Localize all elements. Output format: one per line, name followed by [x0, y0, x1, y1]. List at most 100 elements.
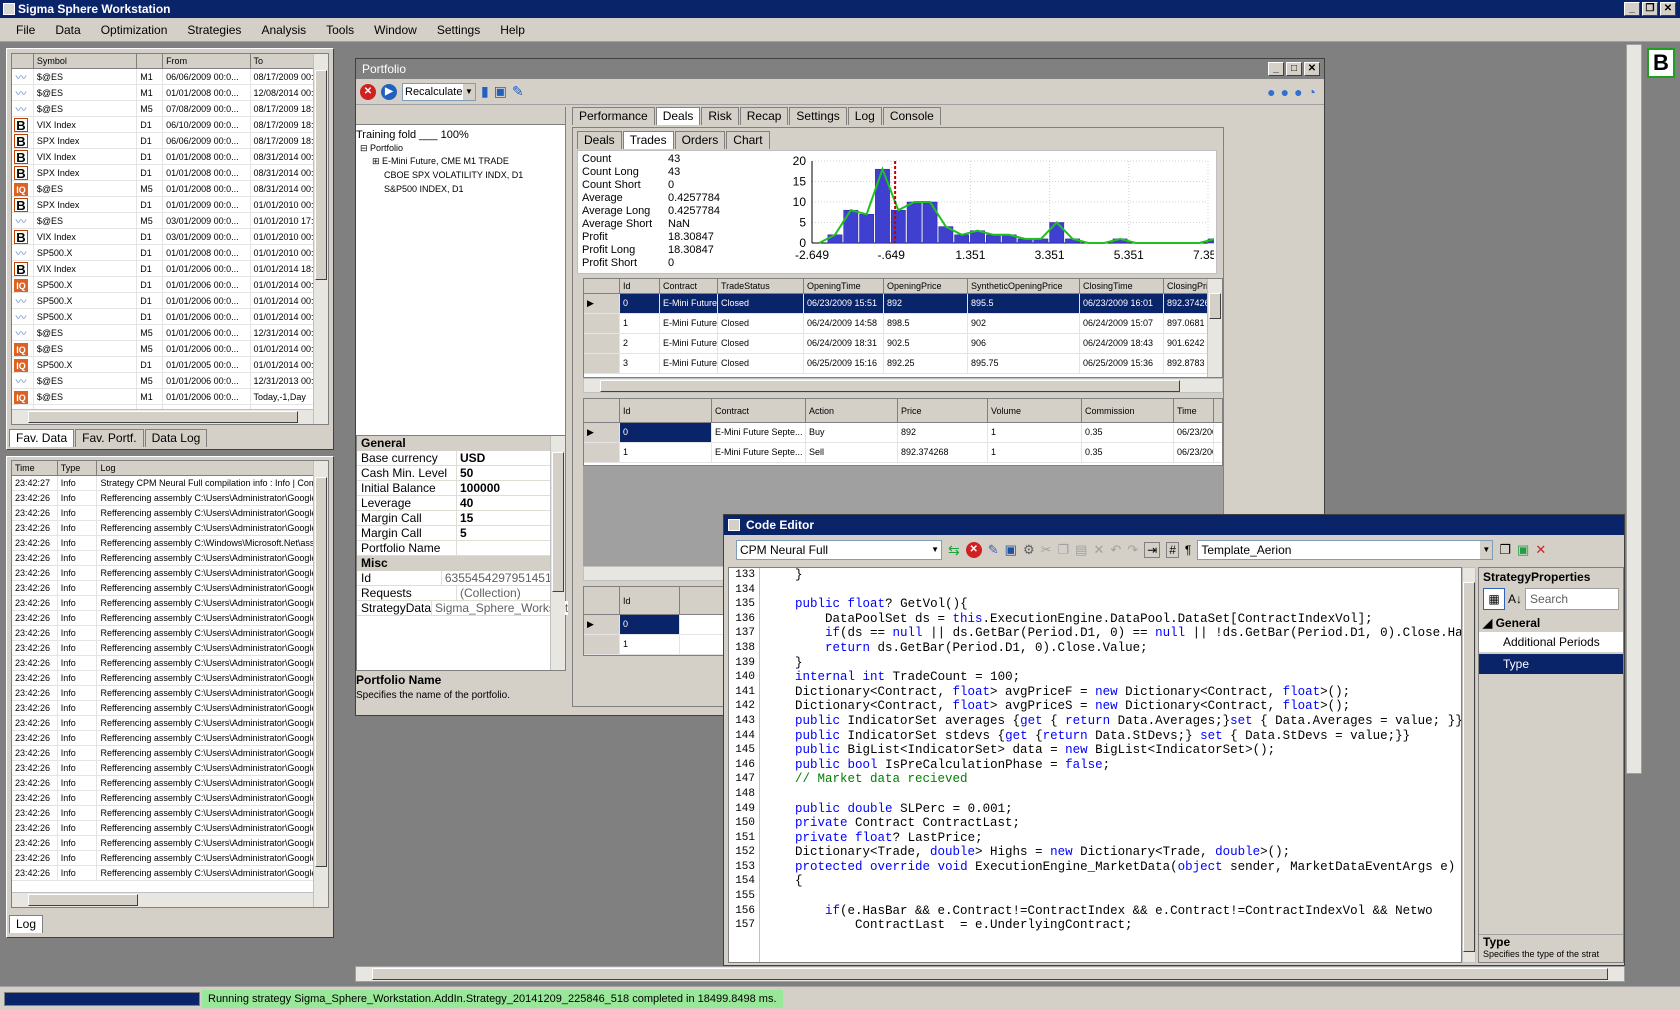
table-row[interactable]: 23:42:26 Info Refferencing assembly C:\Use…: [12, 836, 328, 851]
property-row[interactable]: Portfolio Name: [357, 541, 565, 556]
column-header[interactable]: Id: [620, 587, 680, 614]
code-line[interactable]: internal int TradeCount = 100;: [765, 670, 1461, 685]
table-row[interactable]: 23:42:26 Info Refferencing assembly C:\Use…: [12, 806, 328, 821]
globe-icon-1[interactable]: ●: [1267, 84, 1275, 100]
table-row[interactable]: IQ $@ES M1 01/01/2006 00:0... Today,-1,Day: [12, 389, 328, 405]
table-row[interactable]: ▶ 0 E-Mini Future Septe... Buy 892 1 0.35 06/23…: [584, 423, 1222, 443]
refresh-icon[interactable]: ⇆: [948, 542, 960, 559]
tab-fav-portf-[interactable]: Fav. Portf.: [75, 429, 144, 447]
workspace-hscroll[interactable]: [355, 966, 1625, 982]
table-row[interactable]: 2E-Mini Future, CMEClosed06/24/2009 18:3…: [584, 334, 1222, 354]
sort-az-icon[interactable]: A↓: [1508, 592, 1522, 606]
code-vscroll[interactable]: [1462, 567, 1476, 963]
menu-data[interactable]: Data: [45, 23, 90, 37]
table-row[interactable]: IQ SP500.X D1 01/01/2005 00:0... 01/01/2014 …: [12, 357, 328, 373]
menu-strategies[interactable]: Strategies: [177, 23, 251, 37]
table-row[interactable]: B VIX Index D1 01/01/2008 00:0... 08/31/2014…: [12, 149, 328, 165]
table-row[interactable]: 1E-Mini Future, CMEClosed06/24/2009 14:5…: [584, 314, 1222, 334]
row-selector[interactable]: ▶: [584, 615, 620, 634]
table-row[interactable]: 23:42:26 Info Refferencing assembly C:\Use…: [12, 506, 328, 521]
code-line[interactable]: return ds.GetBar(Period.D1, 0).Close.Val…: [765, 641, 1461, 656]
table-row[interactable]: 23:42:26 Info Refferencing assembly C:\Use…: [12, 611, 328, 626]
row-selector[interactable]: ▶: [584, 294, 620, 313]
column-header[interactable]: Contract: [660, 279, 718, 293]
strategy-property-type[interactable]: Type: [1479, 654, 1623, 674]
property-value[interactable]: 635545429795145178: [441, 571, 565, 585]
code-line[interactable]: public BigList<IndicatorSet> data = new …: [765, 743, 1461, 758]
remove-icon[interactable]: ✕: [1535, 542, 1546, 558]
code-area[interactable]: 133 134 135 136 137 138 139 140 141 142 143 144 145 1…: [728, 567, 1462, 963]
cut-icon[interactable]: ✂: [1041, 542, 1052, 558]
row-selector[interactable]: [584, 334, 620, 353]
row-selector[interactable]: [584, 314, 620, 333]
pilcrow-icon[interactable]: ¶: [1185, 543, 1191, 557]
code-line[interactable]: }: [765, 656, 1461, 671]
portfolio-maximize-button[interactable]: □: [1286, 62, 1302, 76]
code-line[interactable]: Dictionary<Contract, float> avgPriceF = …: [765, 685, 1461, 700]
property-row[interactable]: StrategyData Sigma_Sphere_Workstat: [357, 601, 569, 616]
redo-icon[interactable]: ↷: [1127, 542, 1138, 558]
menu-tools[interactable]: Tools: [316, 23, 364, 37]
trades-vscroll[interactable]: [1207, 279, 1222, 377]
table-row[interactable]: 23:42:26 Info Refferencing assembly C:\Use…: [12, 521, 328, 536]
symbols-hscroll[interactable]: [12, 409, 313, 424]
column-header[interactable]: [12, 54, 34, 68]
code-line[interactable]: private Contract ContractLast;: [765, 816, 1461, 831]
table-row[interactable]: IQ $@ES M5 01/01/2008 00:0... 08/31/2014 00:…: [12, 181, 328, 197]
build-icon[interactable]: ⚙: [1023, 542, 1035, 558]
property-value[interactable]: Sigma_Sphere_Workstat: [432, 601, 569, 615]
property-value[interactable]: [457, 541, 565, 555]
row-selector[interactable]: ▶: [584, 423, 620, 442]
code-line[interactable]: ContractLast = e.UnderlyingContract;: [765, 918, 1461, 933]
code-line[interactable]: [765, 583, 1461, 598]
column-header[interactable]: Contract: [712, 399, 806, 422]
code-line[interactable]: public double SLPerc = 0.001;: [765, 802, 1461, 817]
table-row[interactable]: 〰 $@ES M1 06/06/2009 00:0... 08/17/2009 00:0…: [12, 69, 328, 85]
property-value[interactable]: USD: [457, 451, 565, 465]
property-value[interactable]: 5: [457, 526, 565, 540]
table-row[interactable]: 23:42:26 Info Refferencing assembly C:\Use…: [12, 776, 328, 791]
table-row[interactable]: 23:42:26 Info Refferencing assembly C:\Use…: [12, 701, 328, 716]
table-row[interactable]: B SPX Index D1 01/01/2008 00:0... 08/31/2014…: [12, 165, 328, 181]
copy-icon[interactable]: ❐: [1058, 542, 1070, 558]
subtab-orders[interactable]: Orders: [674, 131, 726, 149]
table-row[interactable]: 〰 $@ES M1 01/01/2008 00:0... 12/08/2014 00:0…: [12, 85, 328, 101]
code-line[interactable]: Dictionary<Trade, double> Highs = new Di…: [765, 845, 1461, 860]
export-icon[interactable]: ◔: [1308, 84, 1316, 100]
column-header[interactable]: Volume: [988, 399, 1082, 422]
table-row[interactable]: B VIX Index D1 06/10/2009 00:0... 08/17/2009…: [12, 117, 328, 133]
delete-icon[interactable]: ✕: [1093, 542, 1104, 558]
table-row[interactable]: 23:42:26 Info Refferencing assembly C:\Use…: [12, 566, 328, 581]
hash-icon[interactable]: #: [1166, 542, 1179, 558]
props-search-input[interactable]: Search: [1525, 588, 1619, 610]
table-row[interactable]: 23:42:26 Info Refferencing assembly C:\Use…: [12, 821, 328, 836]
paste-icon[interactable]: ▤: [1075, 542, 1087, 558]
column-header[interactable]: [137, 54, 164, 68]
tab-data-log[interactable]: Data Log: [144, 429, 208, 447]
table-row[interactable]: ▶0E-Mini Future, CMEClosed06/23/2009 15:…: [584, 294, 1222, 314]
tree-root[interactable]: ⊟ Portfolio: [356, 143, 565, 154]
table-row[interactable]: 23:42:26 Info Refferencing assembly C:\Use…: [12, 641, 328, 656]
column-header[interactable]: Symbol: [34, 54, 138, 68]
tab-performance[interactable]: Performance: [572, 107, 655, 125]
property-row[interactable]: Requests (Collection): [357, 586, 565, 601]
table-row[interactable]: B SPX Index D1 06/06/2009 00:0... 08/17/2009…: [12, 133, 328, 149]
code-line[interactable]: protected override void ExecutionEngine_…: [765, 860, 1461, 875]
column-header[interactable]: Action: [806, 399, 898, 422]
table-row[interactable]: 23:42:26 Info Refferencing assembly C:\Use…: [12, 671, 328, 686]
globe-icon-3[interactable]: ●: [1294, 84, 1302, 100]
column-header[interactable]: OpeningTime: [804, 279, 884, 293]
property-row[interactable]: Margin Call Percentag5: [357, 526, 565, 555]
template-select[interactable]: Template_Aerion ▼: [1197, 540, 1494, 560]
undo-icon[interactable]: ↶: [1110, 542, 1121, 558]
log-hscroll[interactable]: [12, 892, 313, 907]
column-header[interactable]: SyntheticOpeningPrice: [968, 279, 1080, 293]
menu-help[interactable]: Help: [490, 23, 535, 37]
subtab-trades[interactable]: Trades: [622, 131, 674, 149]
new-file-icon[interactable]: ❐: [1499, 542, 1511, 558]
column-header[interactable]: ClosingPri: [1164, 279, 1210, 293]
table-row[interactable]: 23:42:26 Info Refferencing assembly C:\Use…: [12, 866, 328, 881]
restore-button[interactable]: ❐: [1642, 2, 1658, 16]
property-row[interactable]: Initial Balance 100000: [357, 481, 565, 496]
add-icon[interactable]: ▣: [1517, 542, 1529, 558]
